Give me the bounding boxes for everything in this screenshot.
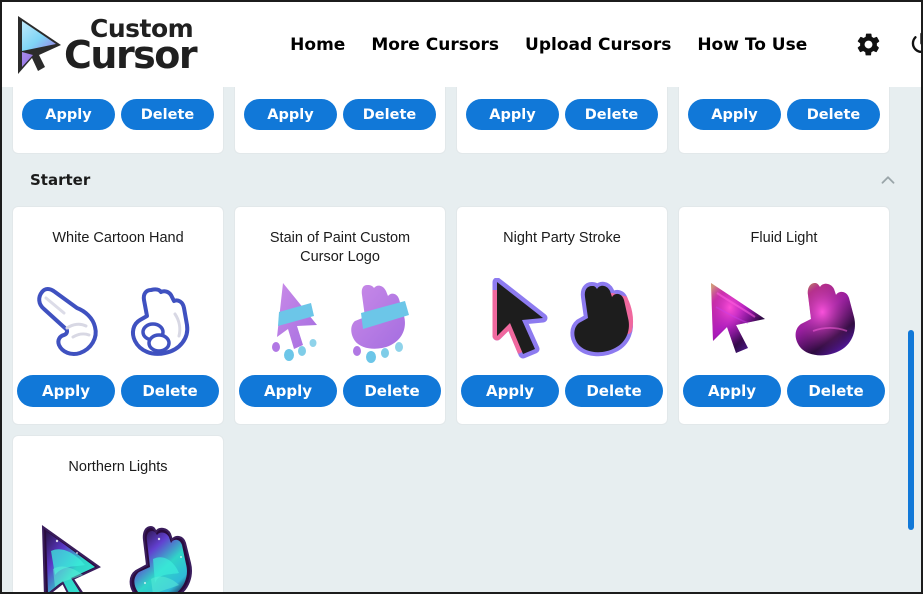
cursor-card-clipped: Apply Delete xyxy=(678,87,890,154)
delete-button[interactable]: Delete xyxy=(343,99,436,130)
cursor-card-title: Stain of Paint Custom Cursor Logo xyxy=(269,230,411,265)
app-header: Custom Cursor Home More Cursors Upload C… xyxy=(2,2,921,87)
apply-button[interactable]: Apply xyxy=(244,99,337,130)
northern-lights-hand-icon xyxy=(129,525,192,592)
apply-button[interactable]: Apply xyxy=(466,99,559,130)
apply-button[interactable]: Apply xyxy=(239,375,337,407)
night-party-stroke-hand-icon xyxy=(570,281,634,357)
delete-button[interactable]: Delete xyxy=(787,375,885,407)
cursor-preview xyxy=(235,267,445,375)
logo-bottom-word: Cursor xyxy=(64,32,198,77)
cursor-card-title: Northern Lights xyxy=(68,459,168,475)
apply-button[interactable]: Apply xyxy=(17,375,115,407)
cursor-arrow-logo-icon xyxy=(18,15,61,74)
night-party-stroke-pointer-icon xyxy=(492,278,548,359)
cursor-preview xyxy=(679,267,889,375)
delete-button[interactable]: Delete xyxy=(787,99,880,130)
cursor-card-clipped: Apply Delete xyxy=(12,87,224,154)
apply-button[interactable]: Apply xyxy=(688,99,781,130)
cursor-preview xyxy=(13,267,223,375)
cursor-card-title: Fluid Light xyxy=(750,230,818,246)
cursor-card-title: Night Party Stroke xyxy=(503,230,621,246)
cursor-card-clipped: Apply Delete xyxy=(456,87,668,154)
delete-button[interactable]: Delete xyxy=(343,375,441,407)
section-title: Starter xyxy=(30,171,91,189)
cursor-library-scroll-area[interactable]: Apply Delete Apply Delete Apply Delete A… xyxy=(2,87,921,592)
section-header-starter[interactable]: Starter xyxy=(2,154,921,206)
white-cartoon-hand-grab-icon xyxy=(130,287,190,356)
cursor-card[interactable]: White Cartoon Hand Apply Delete xyxy=(12,206,224,425)
cursor-card[interactable]: Northern Lights xyxy=(12,435,224,592)
cursor-card-actions: Apply Delete xyxy=(461,375,663,424)
delete-button[interactable]: Delete xyxy=(121,99,214,130)
cursor-card-actions: Apply Delete xyxy=(683,375,885,424)
logo-wordmark: Custom Cursor xyxy=(64,16,198,77)
delete-button[interactable]: Delete xyxy=(565,99,658,130)
vertical-scrollbar[interactable] xyxy=(905,87,917,592)
cursor-preview xyxy=(457,267,667,375)
cursor-preview xyxy=(13,496,223,592)
cursor-card[interactable]: Stain of Paint Custom Cursor Logo Apply … xyxy=(234,206,446,425)
stain-of-paint-hand-icon xyxy=(351,285,409,363)
fluid-light-pointer-icon xyxy=(711,283,765,353)
cursor-card[interactable]: Fluid Light Apply Delete xyxy=(678,206,890,425)
app-logo[interactable]: Custom Cursor xyxy=(14,14,198,77)
delete-button[interactable]: Delete xyxy=(121,375,219,407)
gear-icon[interactable] xyxy=(855,31,882,58)
nav-more-cursors[interactable]: More Cursors xyxy=(371,35,499,55)
cursor-card-actions: Apply Delete xyxy=(17,375,219,424)
apply-button[interactable]: Apply xyxy=(683,375,781,407)
cursor-card-grid: White Cartoon Hand Apply Delete Stain of… xyxy=(2,206,921,592)
previous-row-clipped: Apply Delete Apply Delete Apply Delete A… xyxy=(2,87,921,154)
scrollbar-thumb[interactable] xyxy=(908,330,914,530)
nav-upload-cursors[interactable]: Upload Cursors xyxy=(525,35,671,55)
header-icon-group xyxy=(855,31,923,59)
nav-how-to-use[interactable]: How To Use xyxy=(697,35,807,55)
apply-button[interactable]: Apply xyxy=(22,99,115,130)
power-icon[interactable] xyxy=(908,31,923,58)
northern-lights-pointer-icon xyxy=(41,525,101,592)
cursor-card[interactable]: Night Party Stroke Apply Delete xyxy=(456,206,668,425)
cursor-card-clipped: Apply Delete xyxy=(234,87,446,154)
custom-cursor-app-window: Custom Cursor Home More Cursors Upload C… xyxy=(0,0,923,594)
chevron-up-icon[interactable] xyxy=(877,169,899,191)
nav-home[interactable]: Home xyxy=(290,35,345,55)
white-cartoon-hand-pointer-icon xyxy=(37,287,98,356)
delete-button[interactable]: Delete xyxy=(565,375,663,407)
cursor-card-actions: Apply Delete xyxy=(239,375,441,424)
fluid-light-hand-icon xyxy=(795,283,855,356)
stain-of-paint-pointer-icon xyxy=(272,283,317,361)
main-navigation: Home More Cursors Upload Cursors How To … xyxy=(290,35,807,55)
cursor-card-title: White Cartoon Hand xyxy=(52,230,184,246)
apply-button[interactable]: Apply xyxy=(461,375,559,407)
